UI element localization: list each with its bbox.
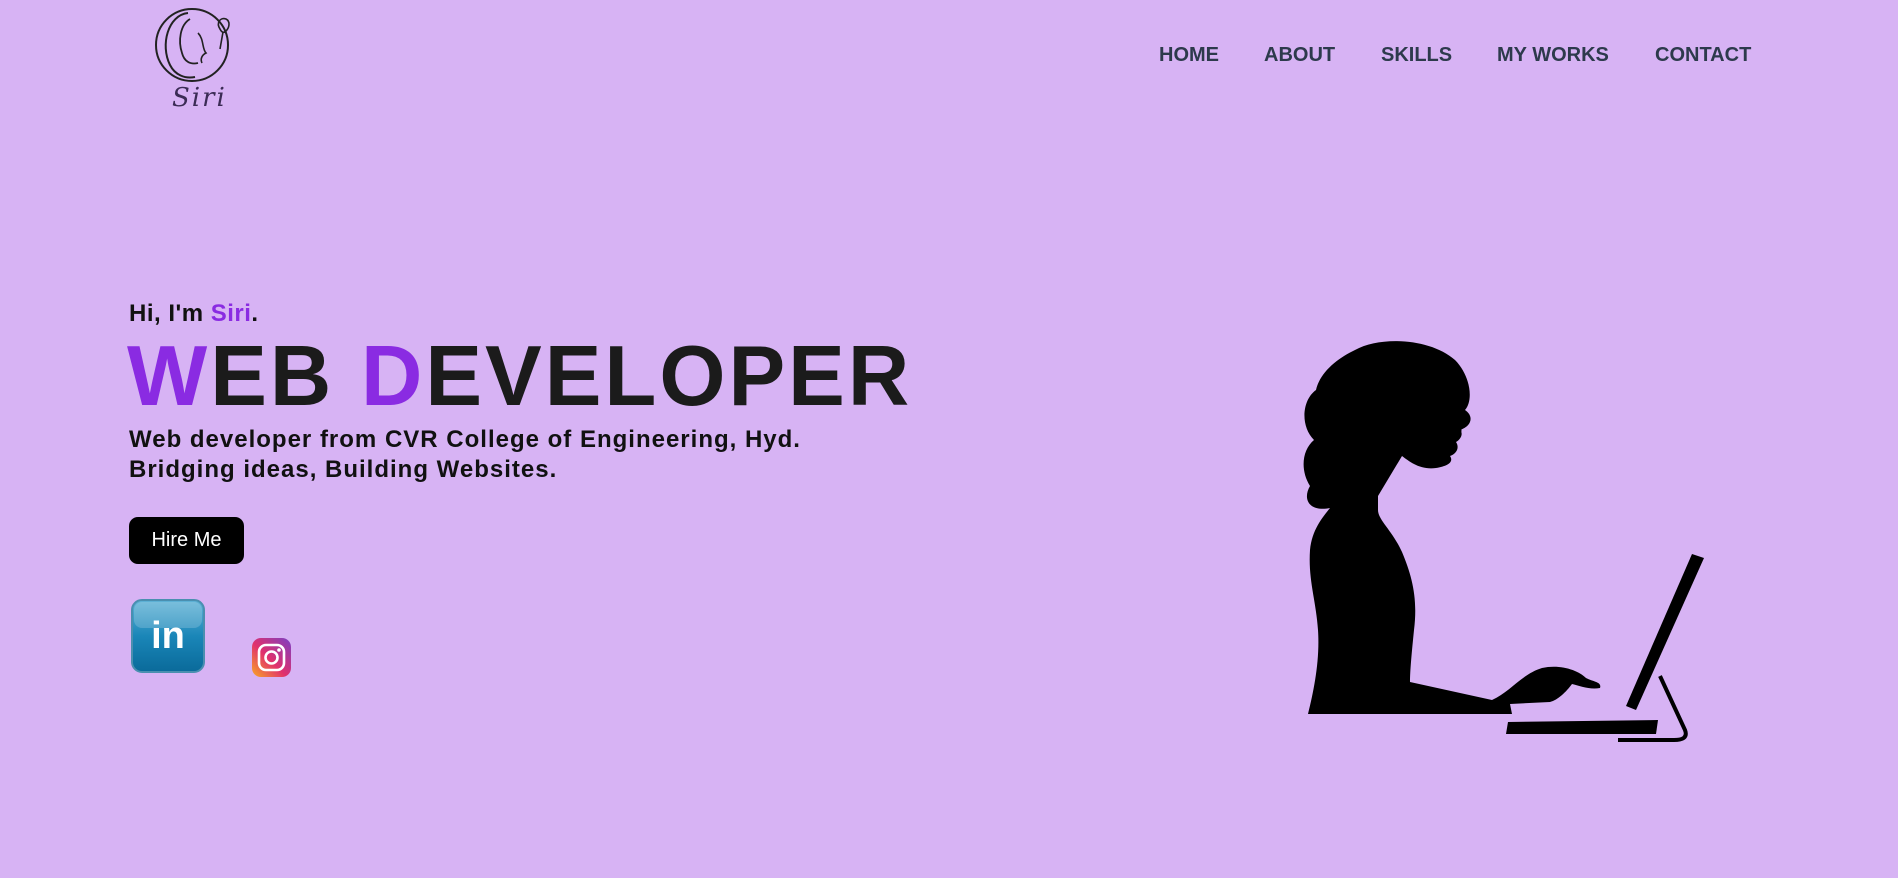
linkedin-icon: in xyxy=(131,599,205,673)
linkedin-glyph: in xyxy=(151,615,185,657)
nav-contact[interactable]: CONTACT xyxy=(1655,44,1751,67)
title-part-eb: EB xyxy=(210,329,361,424)
greeting-prefix: Hi, I'm xyxy=(129,300,211,327)
hero-title: WEB DEVELOPER xyxy=(127,332,912,422)
main-nav: HOME ABOUT SKILLS MY WORKS CONTACT xyxy=(0,44,1898,74)
description-line-1: Web developer from CVR College of Engine… xyxy=(129,426,801,453)
hero-description: Web developer from CVR College of Engine… xyxy=(129,425,801,485)
title-letter-w: W xyxy=(127,329,211,424)
instagram-icon xyxy=(252,638,291,677)
title-part-rest: EVELOPER xyxy=(425,329,913,424)
description-line-2: Bridging ideas, Building Websites. xyxy=(129,456,558,483)
logo-text: Siri xyxy=(172,83,227,113)
nav-skills[interactable]: SKILLS xyxy=(1381,44,1452,67)
nav-about[interactable]: ABOUT xyxy=(1264,44,1335,67)
computer-monitor-icon xyxy=(1506,554,1704,742)
linkedin-link[interactable]: in xyxy=(130,598,206,674)
hire-me-button[interactable]: Hire Me xyxy=(129,517,244,564)
woman-at-computer-illustration xyxy=(1303,341,1704,742)
nav-home[interactable]: HOME xyxy=(1159,44,1219,67)
instagram-link[interactable] xyxy=(251,637,292,678)
nav-my-works[interactable]: MY WORKS xyxy=(1497,44,1609,67)
greeting-name: Siri xyxy=(210,300,252,327)
title-letter-d: D xyxy=(360,329,426,424)
woman-silhouette xyxy=(1303,341,1601,714)
greeting-suffix: . xyxy=(251,300,259,327)
hero-greeting: Hi, I'm Siri. xyxy=(129,300,259,328)
keyboard-icon xyxy=(1506,720,1658,734)
